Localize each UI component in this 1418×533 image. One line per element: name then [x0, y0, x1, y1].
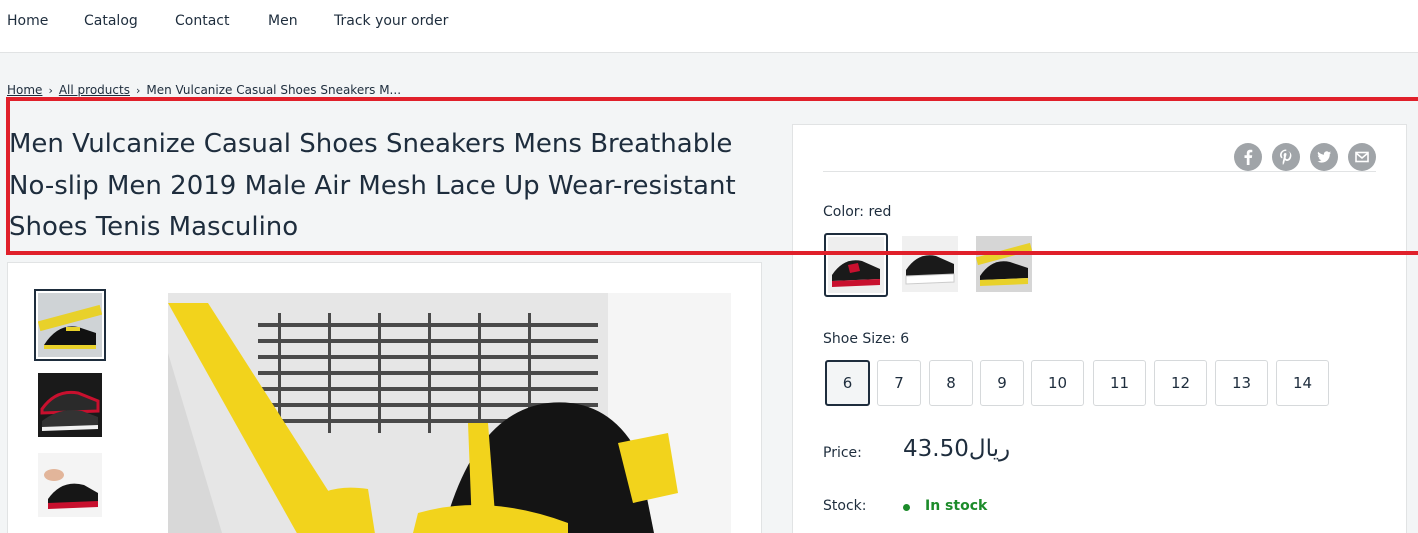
shoe-image-red	[828, 237, 884, 293]
facebook-icon[interactable]	[1234, 143, 1262, 171]
shoe-image-yellow	[976, 236, 1032, 292]
breadcrumb-all-products[interactable]: All products	[59, 83, 130, 97]
stock-status-dot	[903, 504, 910, 511]
size-selected-value: 6	[900, 331, 910, 347]
size-option-7[interactable]: 7	[877, 360, 921, 406]
size-option-10[interactable]: 10	[1031, 360, 1084, 406]
product-info-panel: Color: red Shoe Size: 6 6 7 8 9 10 11 12 13 14 P…	[792, 124, 1407, 533]
nav-home[interactable]: Home	[7, 13, 48, 29]
top-nav: Home Catalog Contact Men Track your orde…	[0, 0, 1418, 53]
size-option-label: Shoe Size: 6	[823, 331, 909, 347]
size-option-9[interactable]: 9	[980, 360, 1024, 406]
size-option-14[interactable]: 14	[1276, 360, 1329, 406]
nav-contact[interactable]: Contact	[175, 13, 229, 29]
gallery-thumbnail-3[interactable]	[38, 453, 102, 517]
size-option-6[interactable]: 6	[825, 360, 870, 406]
product-gallery	[7, 262, 762, 533]
breadcrumb-separator: ›	[48, 84, 53, 97]
breadcrumb: Home › All products › Men Vulcanize Casual S…	[7, 83, 401, 97]
color-swatch-red[interactable]	[824, 233, 888, 297]
shoe-image-main	[168, 293, 731, 533]
breadcrumb-home[interactable]: Home	[7, 83, 42, 97]
shoe-image-red	[38, 373, 102, 437]
color-option-label: Color: red	[823, 204, 891, 220]
size-option-11[interactable]: 11	[1093, 360, 1146, 406]
stock-value: In stock	[925, 498, 988, 514]
size-option-12[interactable]: 12	[1154, 360, 1207, 406]
color-label-text: Color:	[823, 204, 865, 220]
shoe-image-hand	[38, 453, 102, 517]
gallery-thumbnail-2[interactable]	[38, 373, 102, 437]
pinterest-icon[interactable]	[1272, 143, 1300, 171]
breadcrumb-current: Men Vulcanize Casual Shoes Sneakers M...	[146, 83, 402, 97]
main-product-image[interactable]	[168, 293, 731, 533]
size-label-text: Shoe Size:	[823, 331, 896, 347]
twitter-icon[interactable]	[1310, 143, 1338, 171]
price-value: 43.50ريال	[903, 436, 1011, 462]
shoe-image-yellow	[38, 293, 102, 357]
nav-catalog[interactable]: Catalog	[84, 13, 138, 29]
color-swatch-yellow[interactable]	[976, 236, 1032, 292]
price-label: Price:	[823, 445, 862, 461]
breadcrumb-separator: ›	[135, 84, 141, 97]
color-swatch-white[interactable]	[902, 236, 958, 292]
panel-divider	[823, 171, 1376, 172]
size-option-13[interactable]: 13	[1215, 360, 1268, 406]
color-selected-value: red	[868, 204, 892, 220]
email-icon[interactable]	[1348, 143, 1376, 171]
nav-track-order[interactable]: Track your order	[334, 13, 448, 29]
product-title: Men Vulcanize Casual Shoes Sneakers Mens…	[9, 129, 736, 242]
shoe-image-white	[902, 236, 958, 292]
size-option-8[interactable]: 8	[929, 360, 973, 406]
gallery-thumbnail-1[interactable]	[34, 289, 106, 361]
nav-men[interactable]: Men	[268, 13, 298, 29]
stock-label: Stock:	[823, 498, 867, 514]
